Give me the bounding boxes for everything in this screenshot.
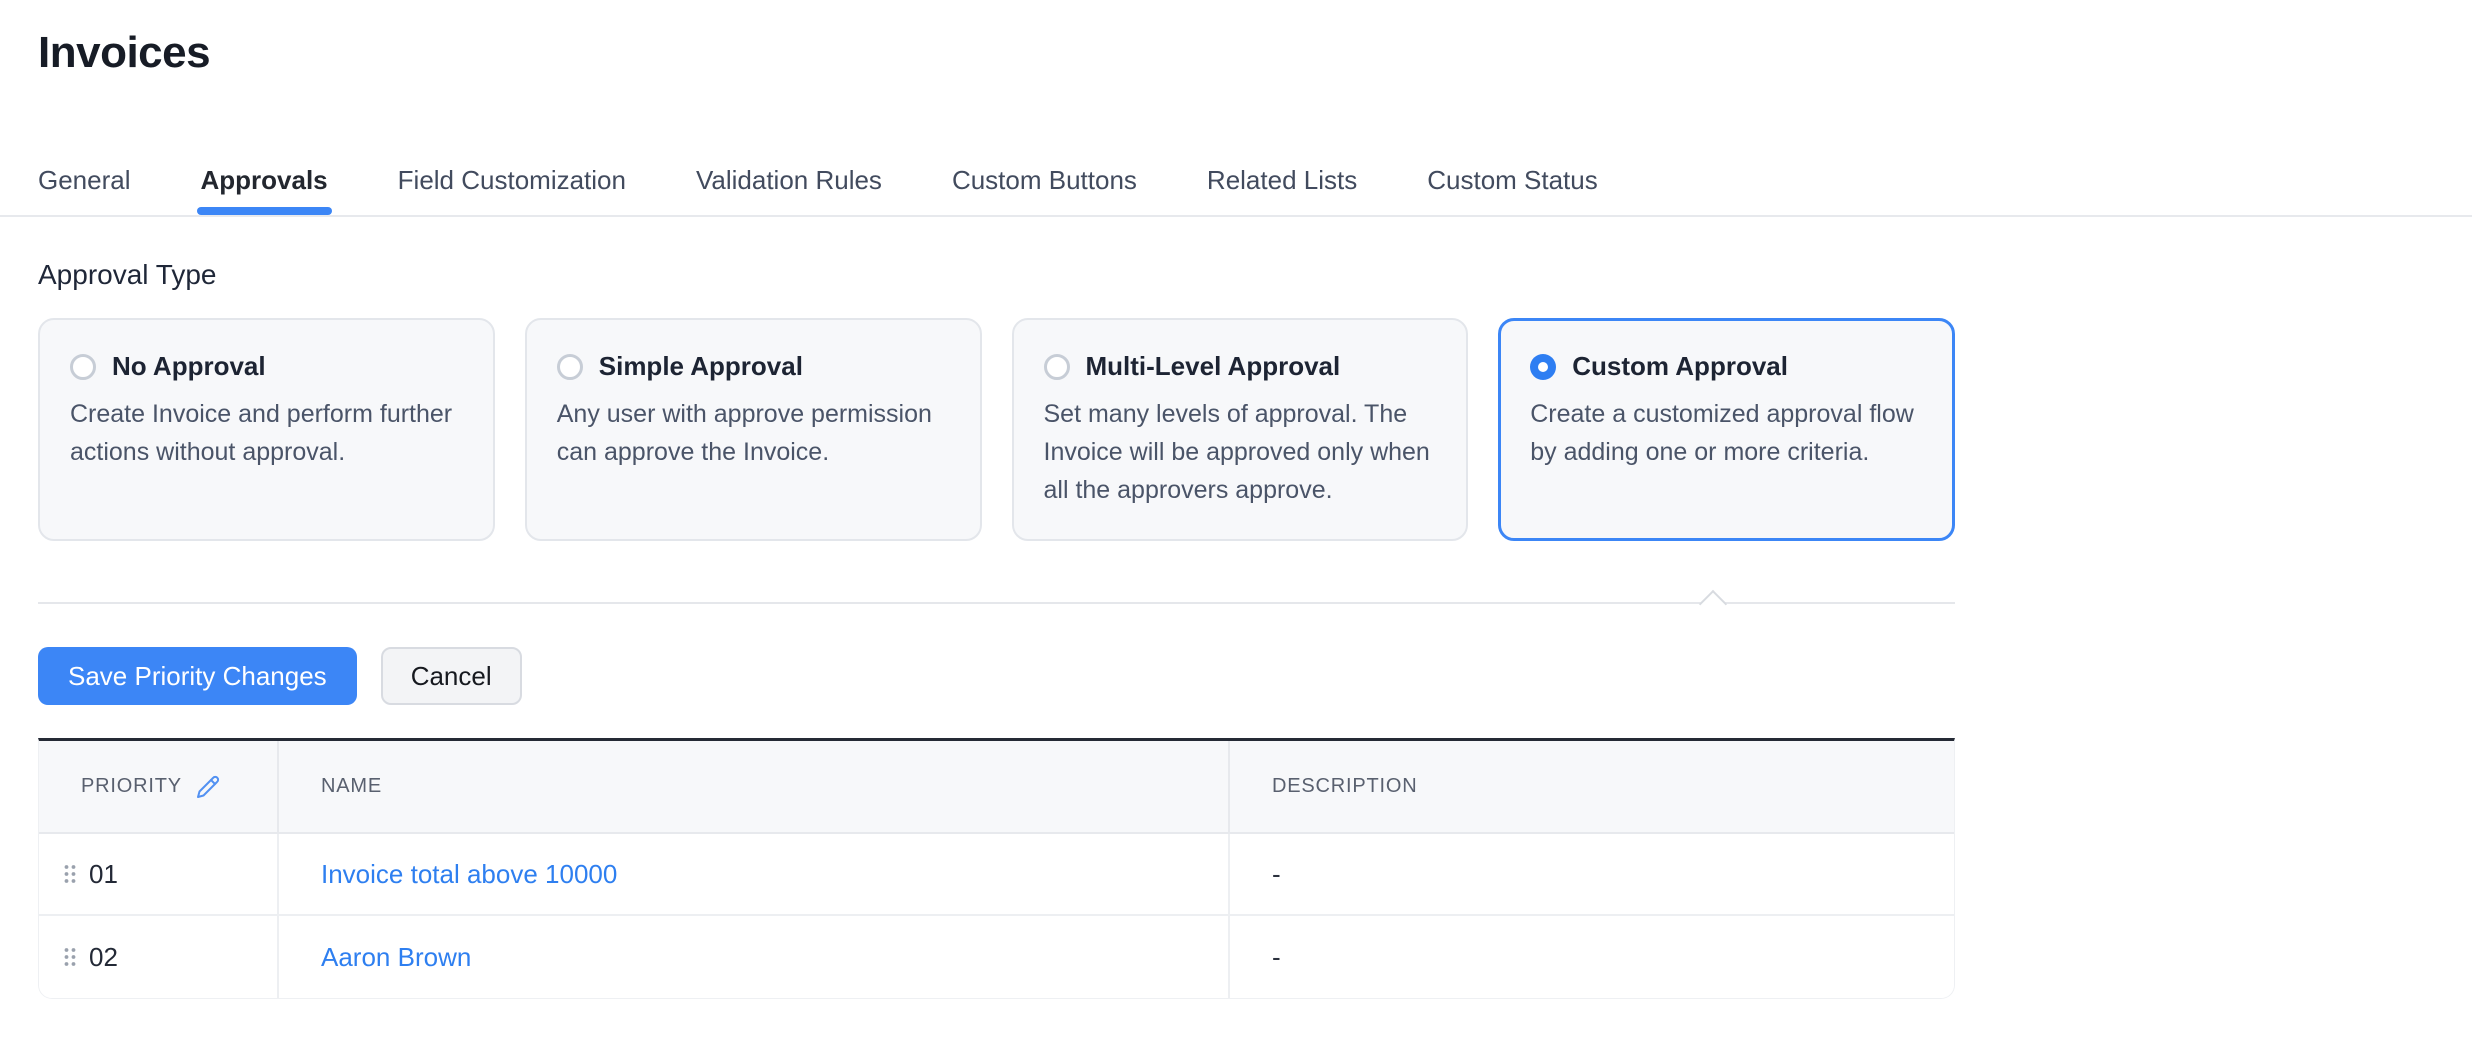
invoices-settings-page: Invoices General Approvals Field Customi… xyxy=(0,26,2472,999)
approval-option-title: No Approval xyxy=(112,350,266,383)
approval-priority-table: PRIORITY NAME DESCRIPTION xyxy=(38,738,1955,999)
tab-general[interactable]: General xyxy=(38,164,131,197)
approval-option-description: Create Invoice and perform further actio… xyxy=(70,395,463,471)
priority-value: 02 xyxy=(89,942,118,973)
radio-checked-icon[interactable] xyxy=(1530,354,1556,380)
tab-field-customization[interactable]: Field Customization xyxy=(398,164,626,197)
priority-cell: 02 xyxy=(39,916,279,998)
tab-custom-status[interactable]: Custom Status xyxy=(1427,164,1598,197)
approval-option-title: Multi-Level Approval xyxy=(1086,350,1341,383)
table-row: 01 Invoice total above 10000 - xyxy=(39,834,1954,916)
caret-up-notch xyxy=(1699,590,1727,618)
tab-related-lists[interactable]: Related Lists xyxy=(1207,164,1357,197)
drag-handle-icon[interactable] xyxy=(63,864,77,884)
tab-approvals[interactable]: Approvals xyxy=(201,164,328,197)
description-cell: - xyxy=(1230,916,1954,998)
priority-column-label: PRIORITY xyxy=(81,775,182,798)
radio-icon[interactable] xyxy=(70,354,96,380)
cancel-button[interactable]: Cancel xyxy=(381,647,522,705)
name-cell: Aaron Brown xyxy=(279,916,1230,998)
tab-custom-buttons[interactable]: Custom Buttons xyxy=(952,164,1137,197)
description-cell: - xyxy=(1230,834,1954,914)
table-header-row: PRIORITY NAME DESCRIPTION xyxy=(39,741,1954,834)
page-title: Invoices xyxy=(38,26,2472,80)
approval-option-description: Create a customized approval flow by add… xyxy=(1530,395,1923,471)
approval-option-custom-approval[interactable]: Custom Approval Create a customized appr… xyxy=(1498,318,1955,541)
approval-option-multi-level-approval[interactable]: Multi-Level Approval Set many levels of … xyxy=(1012,318,1469,541)
priority-actions: Save Priority Changes Cancel xyxy=(38,647,2472,705)
priority-column-header: PRIORITY xyxy=(39,741,279,832)
rule-name-link[interactable]: Aaron Brown xyxy=(321,942,471,973)
approval-option-title: Simple Approval xyxy=(599,350,803,383)
pencil-icon[interactable] xyxy=(196,775,220,799)
name-column-header: NAME xyxy=(279,741,1230,832)
name-cell: Invoice total above 10000 xyxy=(279,834,1230,914)
priority-value: 01 xyxy=(89,859,118,890)
tab-validation-rules[interactable]: Validation Rules xyxy=(696,164,882,197)
section-divider xyxy=(38,602,1955,604)
settings-tab-bar: General Approvals Field Customization Va… xyxy=(0,80,2472,217)
approval-option-simple-approval[interactable]: Simple Approval Any user with approve pe… xyxy=(525,318,982,541)
description-column-header: DESCRIPTION xyxy=(1230,741,1954,832)
drag-handle-icon[interactable] xyxy=(63,947,77,967)
approval-option-description: Set many levels of approval. The Invoice… xyxy=(1044,395,1437,509)
table-row: 02 Aaron Brown - xyxy=(39,916,1954,998)
approval-type-options: No Approval Create Invoice and perform f… xyxy=(38,318,1955,541)
approval-type-label: Approval Type xyxy=(38,258,2472,292)
radio-icon[interactable] xyxy=(1044,354,1070,380)
rule-name-link[interactable]: Invoice total above 10000 xyxy=(321,859,617,890)
approval-option-no-approval[interactable]: No Approval Create Invoice and perform f… xyxy=(38,318,495,541)
priority-cell: 01 xyxy=(39,834,279,914)
approval-option-title: Custom Approval xyxy=(1572,350,1788,383)
approval-option-description: Any user with approve permission can app… xyxy=(557,395,950,471)
radio-icon[interactable] xyxy=(557,354,583,380)
save-priority-changes-button[interactable]: Save Priority Changes xyxy=(38,647,357,705)
